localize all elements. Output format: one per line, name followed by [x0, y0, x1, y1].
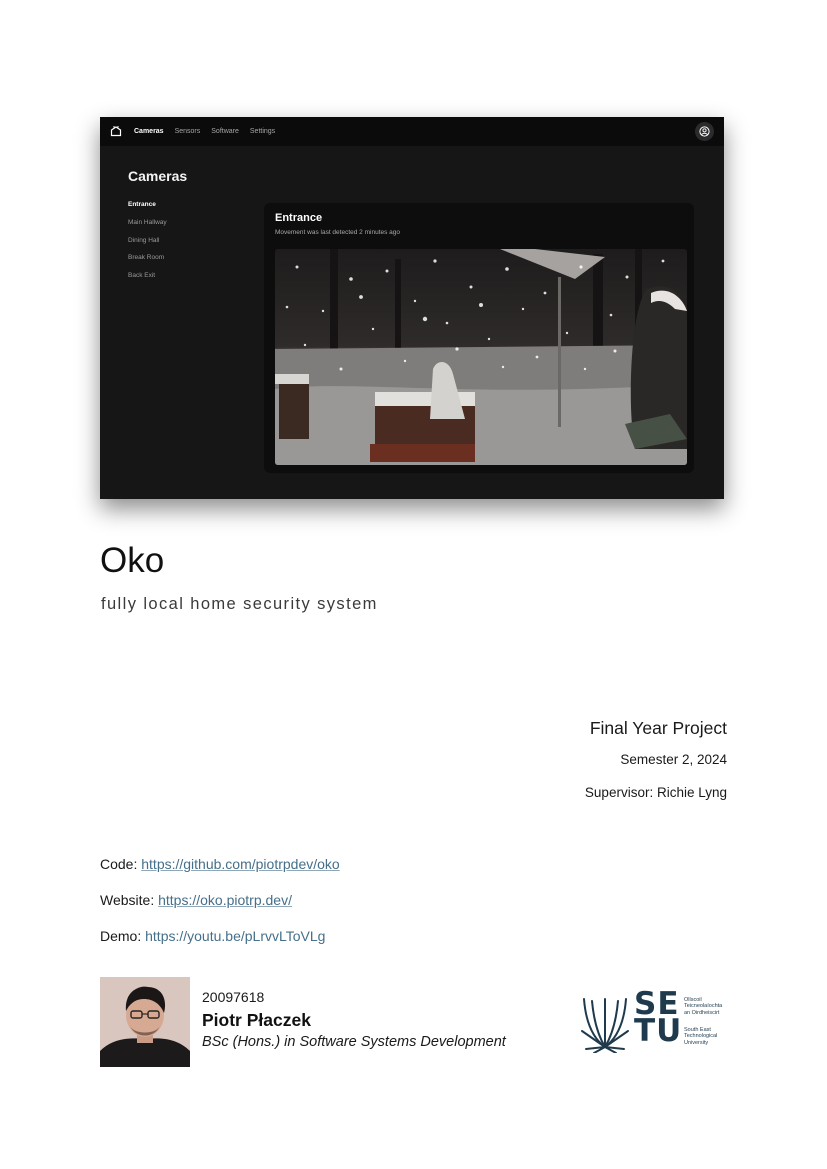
- author-photo: [100, 977, 190, 1067]
- demo-line: Demo: https://youtu.be/pLrvvLToVLg: [100, 928, 325, 944]
- code-label: Code:: [100, 856, 142, 872]
- camera-card: Entrance Movement was last detected 2 mi…: [264, 203, 694, 473]
- setu-english-line-3: University: [684, 1039, 709, 1046]
- nav-settings[interactable]: Settings: [250, 128, 275, 135]
- snowy-yard-image: [275, 249, 687, 465]
- website-label: Website:: [100, 892, 159, 908]
- camera-status: Movement was last detected 2 minutes ago: [275, 229, 401, 236]
- account-icon: [699, 126, 710, 137]
- app-topbar: Cameras Sensors Software Settings: [100, 117, 724, 146]
- sidebar-item-back-exit[interactable]: Back Exit: [128, 272, 167, 290]
- sidebar-item-main-hallway[interactable]: Main Hallway: [128, 219, 167, 237]
- project-title: Oko: [100, 541, 165, 580]
- author-name: Piotr Płaczek: [202, 1010, 311, 1030]
- setu-letter-t: T: [634, 1013, 657, 1049]
- account-button[interactable]: [695, 122, 714, 141]
- supervisor: Supervisor: Richie Lyng: [584, 785, 727, 800]
- sidebar-item-break-room[interactable]: Break Room: [128, 254, 167, 272]
- demo-label: Demo:: [100, 928, 146, 944]
- setu-logo: SE TU Ollscoil Teicneolaíochta an Oirdhe…: [580, 989, 730, 1054]
- sidebar-item-entrance[interactable]: Entrance: [128, 201, 167, 219]
- demo-link[interactable]: https://youtu.be/pLrvvLToVLg: [145, 928, 325, 944]
- author-portrait: [100, 977, 190, 1067]
- student-id: 20097618: [202, 989, 265, 1005]
- code-line: Code: https://github.com/piotrpdev/oko: [100, 856, 340, 872]
- app-nav: Cameras Sensors Software Settings: [134, 117, 275, 146]
- nav-sensors[interactable]: Sensors: [175, 128, 201, 135]
- nav-software[interactable]: Software: [211, 128, 239, 135]
- camera-sidebar: Entrance Main Hallway Dining Hall Break …: [128, 201, 167, 290]
- camera-title: Entrance: [275, 212, 323, 224]
- website-line: Website: https://oko.piotrp.dev/: [100, 892, 292, 908]
- page-heading: Cameras: [128, 168, 188, 184]
- setu-irish-name: Ollscoil Teicneolaíochta an Oirdheiscirt: [684, 997, 722, 1016]
- setu-wordmark: SE TU: [634, 989, 686, 1047]
- project-subtitle: fully local home security system: [101, 595, 378, 613]
- camera-feed[interactable]: [275, 249, 687, 465]
- app-screenshot: Cameras Sensors Software Settings Camera…: [100, 117, 724, 499]
- project-type: Final Year Project: [589, 718, 727, 738]
- course-name: BSc (Hons.) in Software Systems Developm…: [202, 1034, 506, 1050]
- semester: Semester 2, 2024: [620, 752, 727, 767]
- setu-english-line-2: Technological: [684, 1033, 718, 1040]
- nav-cameras[interactable]: Cameras: [134, 128, 164, 135]
- sidebar-item-dining-hall[interactable]: Dining Hall: [128, 237, 167, 255]
- setu-irish-line-3: an Oirdheiscirt: [684, 1009, 720, 1016]
- code-link[interactable]: https://github.com/piotrpdev/oko: [141, 856, 339, 872]
- setu-irish-line-2: Teicneolaíochta: [684, 1003, 723, 1010]
- home-icon[interactable]: [110, 125, 122, 137]
- setu-english-name: South East Technological University: [684, 1027, 717, 1046]
- setu-letter-u: U: [656, 1013, 683, 1049]
- website-link[interactable]: https://oko.piotrp.dev/: [158, 892, 292, 908]
